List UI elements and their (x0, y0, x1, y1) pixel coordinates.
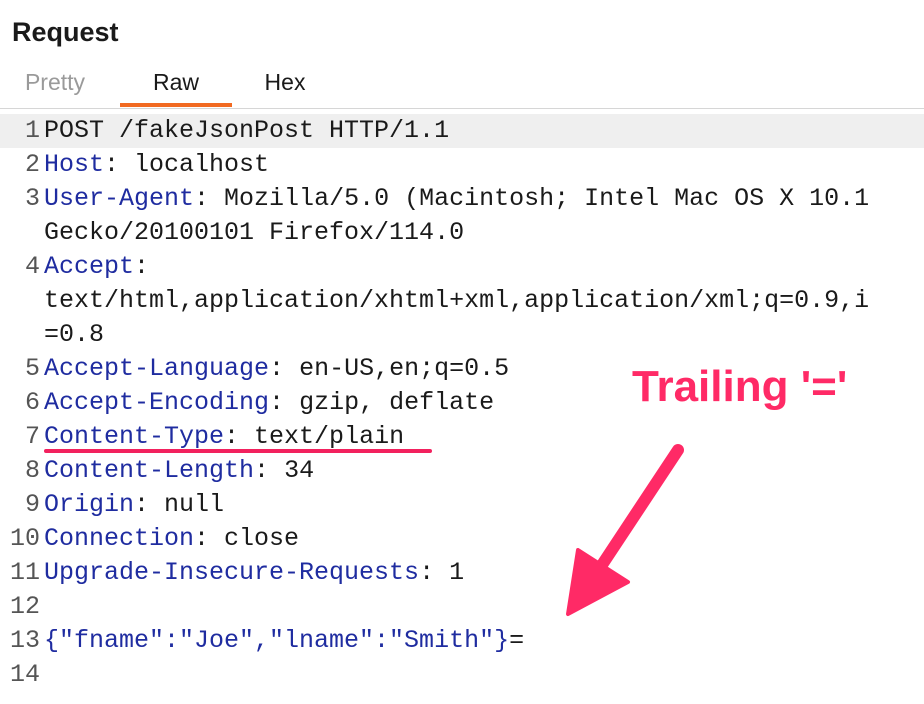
line-number: 3 (24, 184, 40, 213)
header-line: Origin: null (44, 490, 225, 519)
line-number: 13 (9, 626, 40, 655)
editor-line-10: 10 Connection: close (0, 522, 924, 556)
line-number: 1 (24, 116, 40, 145)
line-number: 9 (24, 490, 40, 519)
content-type-underline (44, 449, 432, 453)
header-value-wrap: =0.8 (44, 320, 105, 349)
tab-raw[interactable]: Raw (120, 62, 232, 107)
header-name: Host (44, 150, 105, 179)
annotation-arrow-icon (566, 444, 684, 616)
editor-line-4: 4 Accept: text/html,application/xhtml+xml… (0, 250, 924, 352)
editor-line-9: 9 Origin: null (0, 488, 924, 522)
header-line: Connection: close (44, 524, 300, 553)
header-value: 34 (269, 456, 315, 485)
header-value: localhost (119, 150, 270, 179)
editor-line-3: 3 User-Agent: Mozilla/5.0 (Macintosh; In… (0, 182, 924, 250)
header-name: Content-Type (44, 422, 225, 451)
header-value: Mozilla/5.0 (Macintosh; Intel Mac OS X 1… (209, 184, 870, 213)
editor-line-14: 14 (0, 658, 924, 692)
header-name: Origin (44, 490, 135, 519)
line-number: 10 (9, 524, 40, 553)
line-number: 2 (24, 150, 40, 179)
json-body: {"fname":"Joe","lname":"Smith"} (44, 626, 510, 655)
panel-title: Request (12, 17, 119, 47)
line-number: 11 (9, 558, 40, 587)
editor-line-1: 1 POST /fakeJsonPost HTTP/1.1 (0, 114, 924, 148)
editor-line-13: 13 {"fname":"Joe","lname":"Smith"}= (0, 624, 924, 658)
header-name: User-Agent (44, 184, 195, 213)
header-name: Upgrade-Insecure-Requests (44, 558, 420, 587)
header-name: Content-Length (44, 456, 255, 485)
header-value: null (149, 490, 225, 519)
body-line: {"fname":"Joe","lname":"Smith"}= (44, 624, 924, 658)
header-value-wrap: text/html,application/xhtml+xml,applicat… (44, 286, 870, 315)
header-name: Accept (44, 252, 135, 281)
header-value: gzip, deflate (284, 388, 495, 417)
editor-line-2: 2 Host: localhost (0, 148, 924, 182)
view-tabs: Pretty Raw Hex (0, 62, 924, 108)
header-value: 1 (434, 558, 465, 587)
header-value: text/plain (239, 422, 405, 451)
header-line: User-Agent: Mozilla/5.0 (Macintosh; Inte… (44, 182, 924, 250)
line-number: 7 (24, 422, 40, 451)
editor-line-12: 12 (0, 590, 924, 624)
editor-line-8: 8 Content-Length: 34 (0, 454, 924, 488)
tab-hex[interactable]: Hex (232, 62, 338, 106)
line-number: 14 (9, 660, 40, 689)
tab-pretty[interactable]: Pretty (0, 62, 110, 106)
header-value-wrap: Gecko/20100101 Firefox/114.0 (44, 218, 465, 247)
header-line: Content-Length: 34 (44, 456, 315, 485)
request-line: POST /fakeJsonPost HTTP/1.1 (44, 116, 450, 145)
annotation-label: Trailing '=' (632, 362, 848, 411)
trailing-equals: = (509, 626, 525, 655)
header-value: en-US,en;q=0.5 (284, 354, 510, 383)
line-number: 6 (24, 388, 40, 417)
header-name: Accept-Encoding (44, 388, 270, 417)
header-line: Host: localhost (44, 150, 270, 179)
header-line: Upgrade-Insecure-Requests: 1 (44, 558, 465, 587)
tabs-divider (0, 108, 924, 109)
line-number: 4 (24, 252, 40, 281)
editor-line-11: 11 Upgrade-Insecure-Requests: 1 (0, 556, 924, 590)
header-line: Accept: text/html,application/xhtml+xml,a… (44, 250, 924, 352)
line-number: 8 (24, 456, 40, 485)
line-number: 5 (24, 354, 40, 383)
header-value: close (209, 524, 300, 553)
line-number: 12 (9, 592, 40, 621)
header-name: Connection (44, 524, 195, 553)
header-name: Accept-Language (44, 354, 270, 383)
